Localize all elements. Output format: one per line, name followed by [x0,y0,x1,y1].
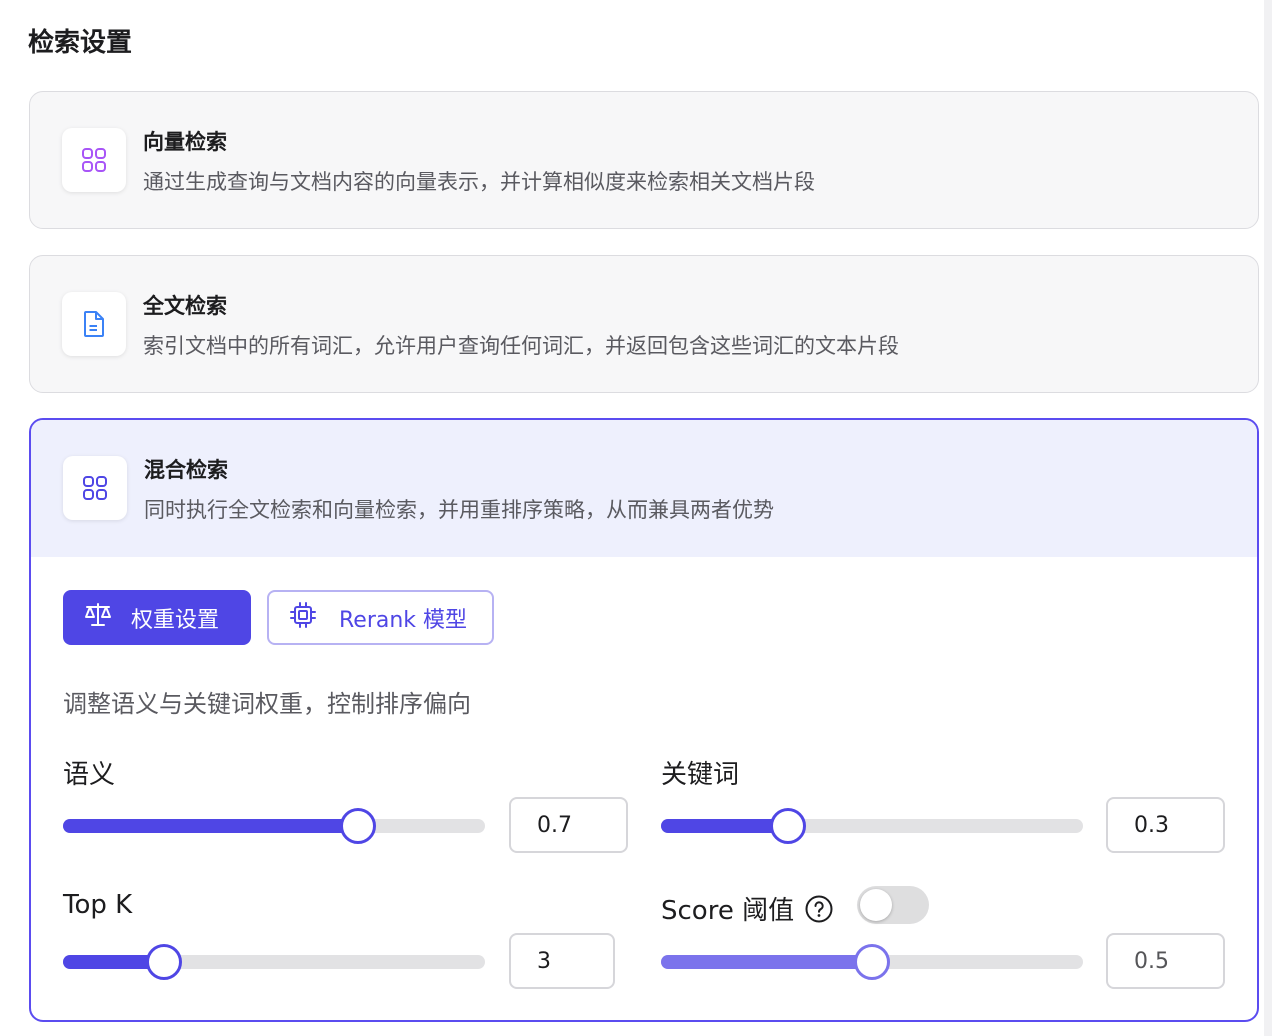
score-threshold-label: Score 阈值 [661,896,795,926]
semantic-label: 语义 [63,760,116,790]
slider-fill [63,819,359,833]
semantic-slider[interactable] [63,808,485,844]
score-threshold-slider[interactable] [661,944,1083,980]
document-icon [62,292,126,356]
score-threshold-value-input[interactable]: 0.5 [1106,933,1225,989]
hybrid-search-option[interactable]: 混合检索 同时执行全文检索和向量检索，并用重排序策略，从而兼具两者优势 权重设置 [29,418,1259,1022]
weight-hint: 调整语义与关键词权重，控制排序偏向 [63,690,471,718]
fulltext-search-title: 全文检索 [143,294,227,318]
toggle-knob [860,889,892,921]
vector-search-option[interactable]: 向量检索 通过生成查询与文档内容的向量表示，并计算相似度来检索相关文档片段 [29,91,1259,229]
fulltext-search-option[interactable]: 全文检索 索引文档中的所有词汇，允许用户查询任何词汇，并返回包含这些词汇的文本片… [29,255,1259,393]
keyword-label: 关键词 [661,760,740,790]
grid-icon [63,456,127,520]
tab-weight-settings[interactable]: 权重设置 [63,590,251,645]
chip-icon [289,601,317,635]
slider-fill [661,955,872,969]
slider-thumb[interactable] [769,808,806,844]
vector-search-desc: 通过生成查询与文档内容的向量表示，并计算相似度来检索相关文档片段 [143,170,815,194]
hybrid-search-desc: 同时执行全文检索和向量检索，并用重排序策略，从而兼具两者优势 [144,498,774,522]
scrollbar-track[interactable] [1264,0,1272,1036]
score-threshold-toggle[interactable] [857,886,929,924]
keyword-slider[interactable] [661,808,1083,844]
semantic-value-input[interactable]: 0.7 [509,797,628,853]
slider-thumb[interactable] [146,944,183,980]
topk-value-input[interactable]: 3 [509,933,615,989]
topk-slider[interactable] [63,944,485,980]
vector-search-title: 向量检索 [143,130,227,154]
topk-label: Top K [63,890,133,920]
hybrid-search-title: 混合检索 [144,458,228,482]
tab-weight-label: 权重设置 [131,607,220,633]
tab-rerank-model[interactable]: Rerank 模型 [267,590,494,645]
scale-icon [83,601,113,635]
hybrid-search-header[interactable]: 混合检索 同时执行全文检索和向量检索，并用重排序策略，从而兼具两者优势 [31,420,1257,557]
slider-thumb[interactable] [340,808,377,844]
help-icon[interactable] [804,894,834,924]
slider-fill [661,819,788,833]
score-threshold-label-row: Score 阈值 [661,890,834,927]
slider-thumb[interactable] [854,944,890,980]
grid-icon [62,128,126,192]
page-title: 检索设置 [28,28,133,58]
fulltext-search-desc: 索引文档中的所有词汇，允许用户查询任何词汇，并返回包含这些词汇的文本片段 [143,334,899,358]
keyword-value-input[interactable]: 0.3 [1106,797,1225,853]
tab-rerank-label: Rerank 模型 [339,607,468,633]
